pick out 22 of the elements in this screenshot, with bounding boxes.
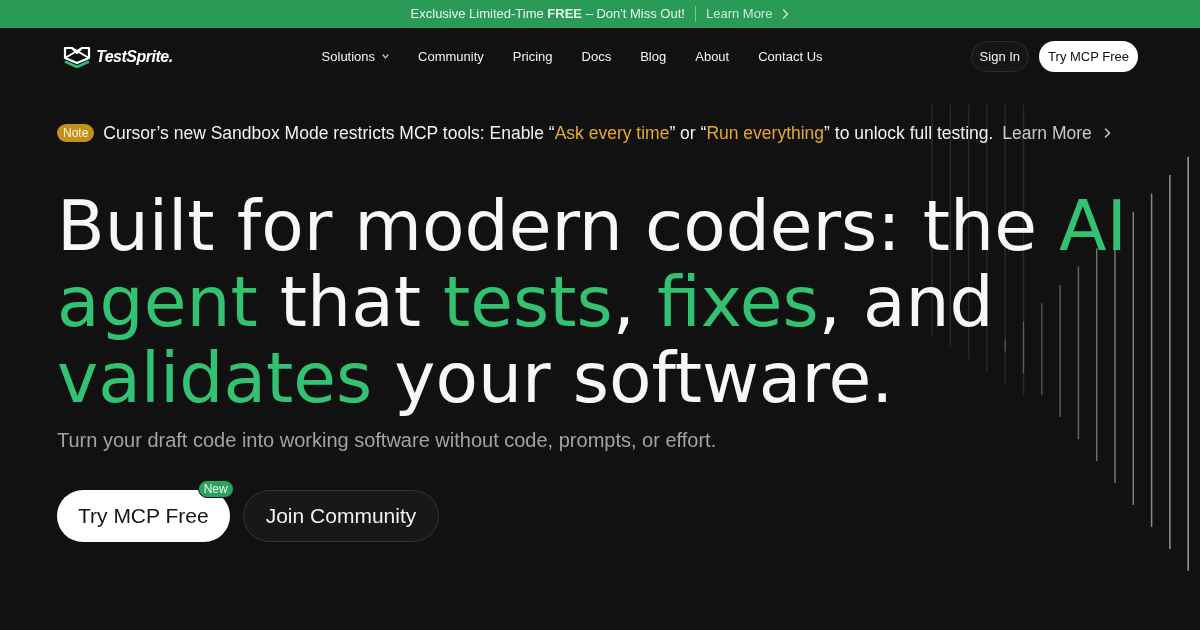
hero-headline: Built for modern coders: the AI agent that tests, fixes, and validates your software. — [57, 188, 1129, 416]
sign-in-button[interactable]: Sign In — [970, 41, 1030, 72]
hero-subtitle: Turn your draft code into working software without code, prompts, or effort. — [57, 428, 718, 453]
chevron-right-icon — [782, 9, 790, 19]
nav-link[interactable]: Docs — [581, 46, 612, 67]
nav-link[interactable]: Blog — [640, 46, 667, 67]
nav-link[interactable]: Contact Us — [758, 46, 823, 67]
notice-text: Cursor’s new Sandbox Mode restricts MCP tools: Enable “Ask every time” or “Run everything” to unlock full testing. — [103, 121, 994, 145]
nav-link[interactable]: Community — [418, 46, 484, 67]
chevron-right-icon — [1103, 128, 1111, 138]
new-badge: New — [197, 480, 234, 498]
nav-link[interactable]: About — [695, 46, 730, 67]
join-community-button[interactable]: Join Community — [242, 490, 440, 542]
logo-text: TestSprite. — [96, 46, 173, 67]
note-badge: Note — [57, 124, 95, 142]
nav-link[interactable]: Pricing — [512, 46, 553, 67]
caret-down-icon — [382, 54, 390, 59]
promo-text: Exclusive Limited-Time FREE – Don't Miss Out! — [410, 5, 685, 24]
try-free-button[interactable]: Try MCP Free — [1039, 41, 1138, 72]
logo-icon — [63, 45, 91, 68]
nav-link[interactable]: Solutions — [321, 46, 390, 67]
learn-more-link[interactable]: Learn More — [1002, 119, 1111, 147]
